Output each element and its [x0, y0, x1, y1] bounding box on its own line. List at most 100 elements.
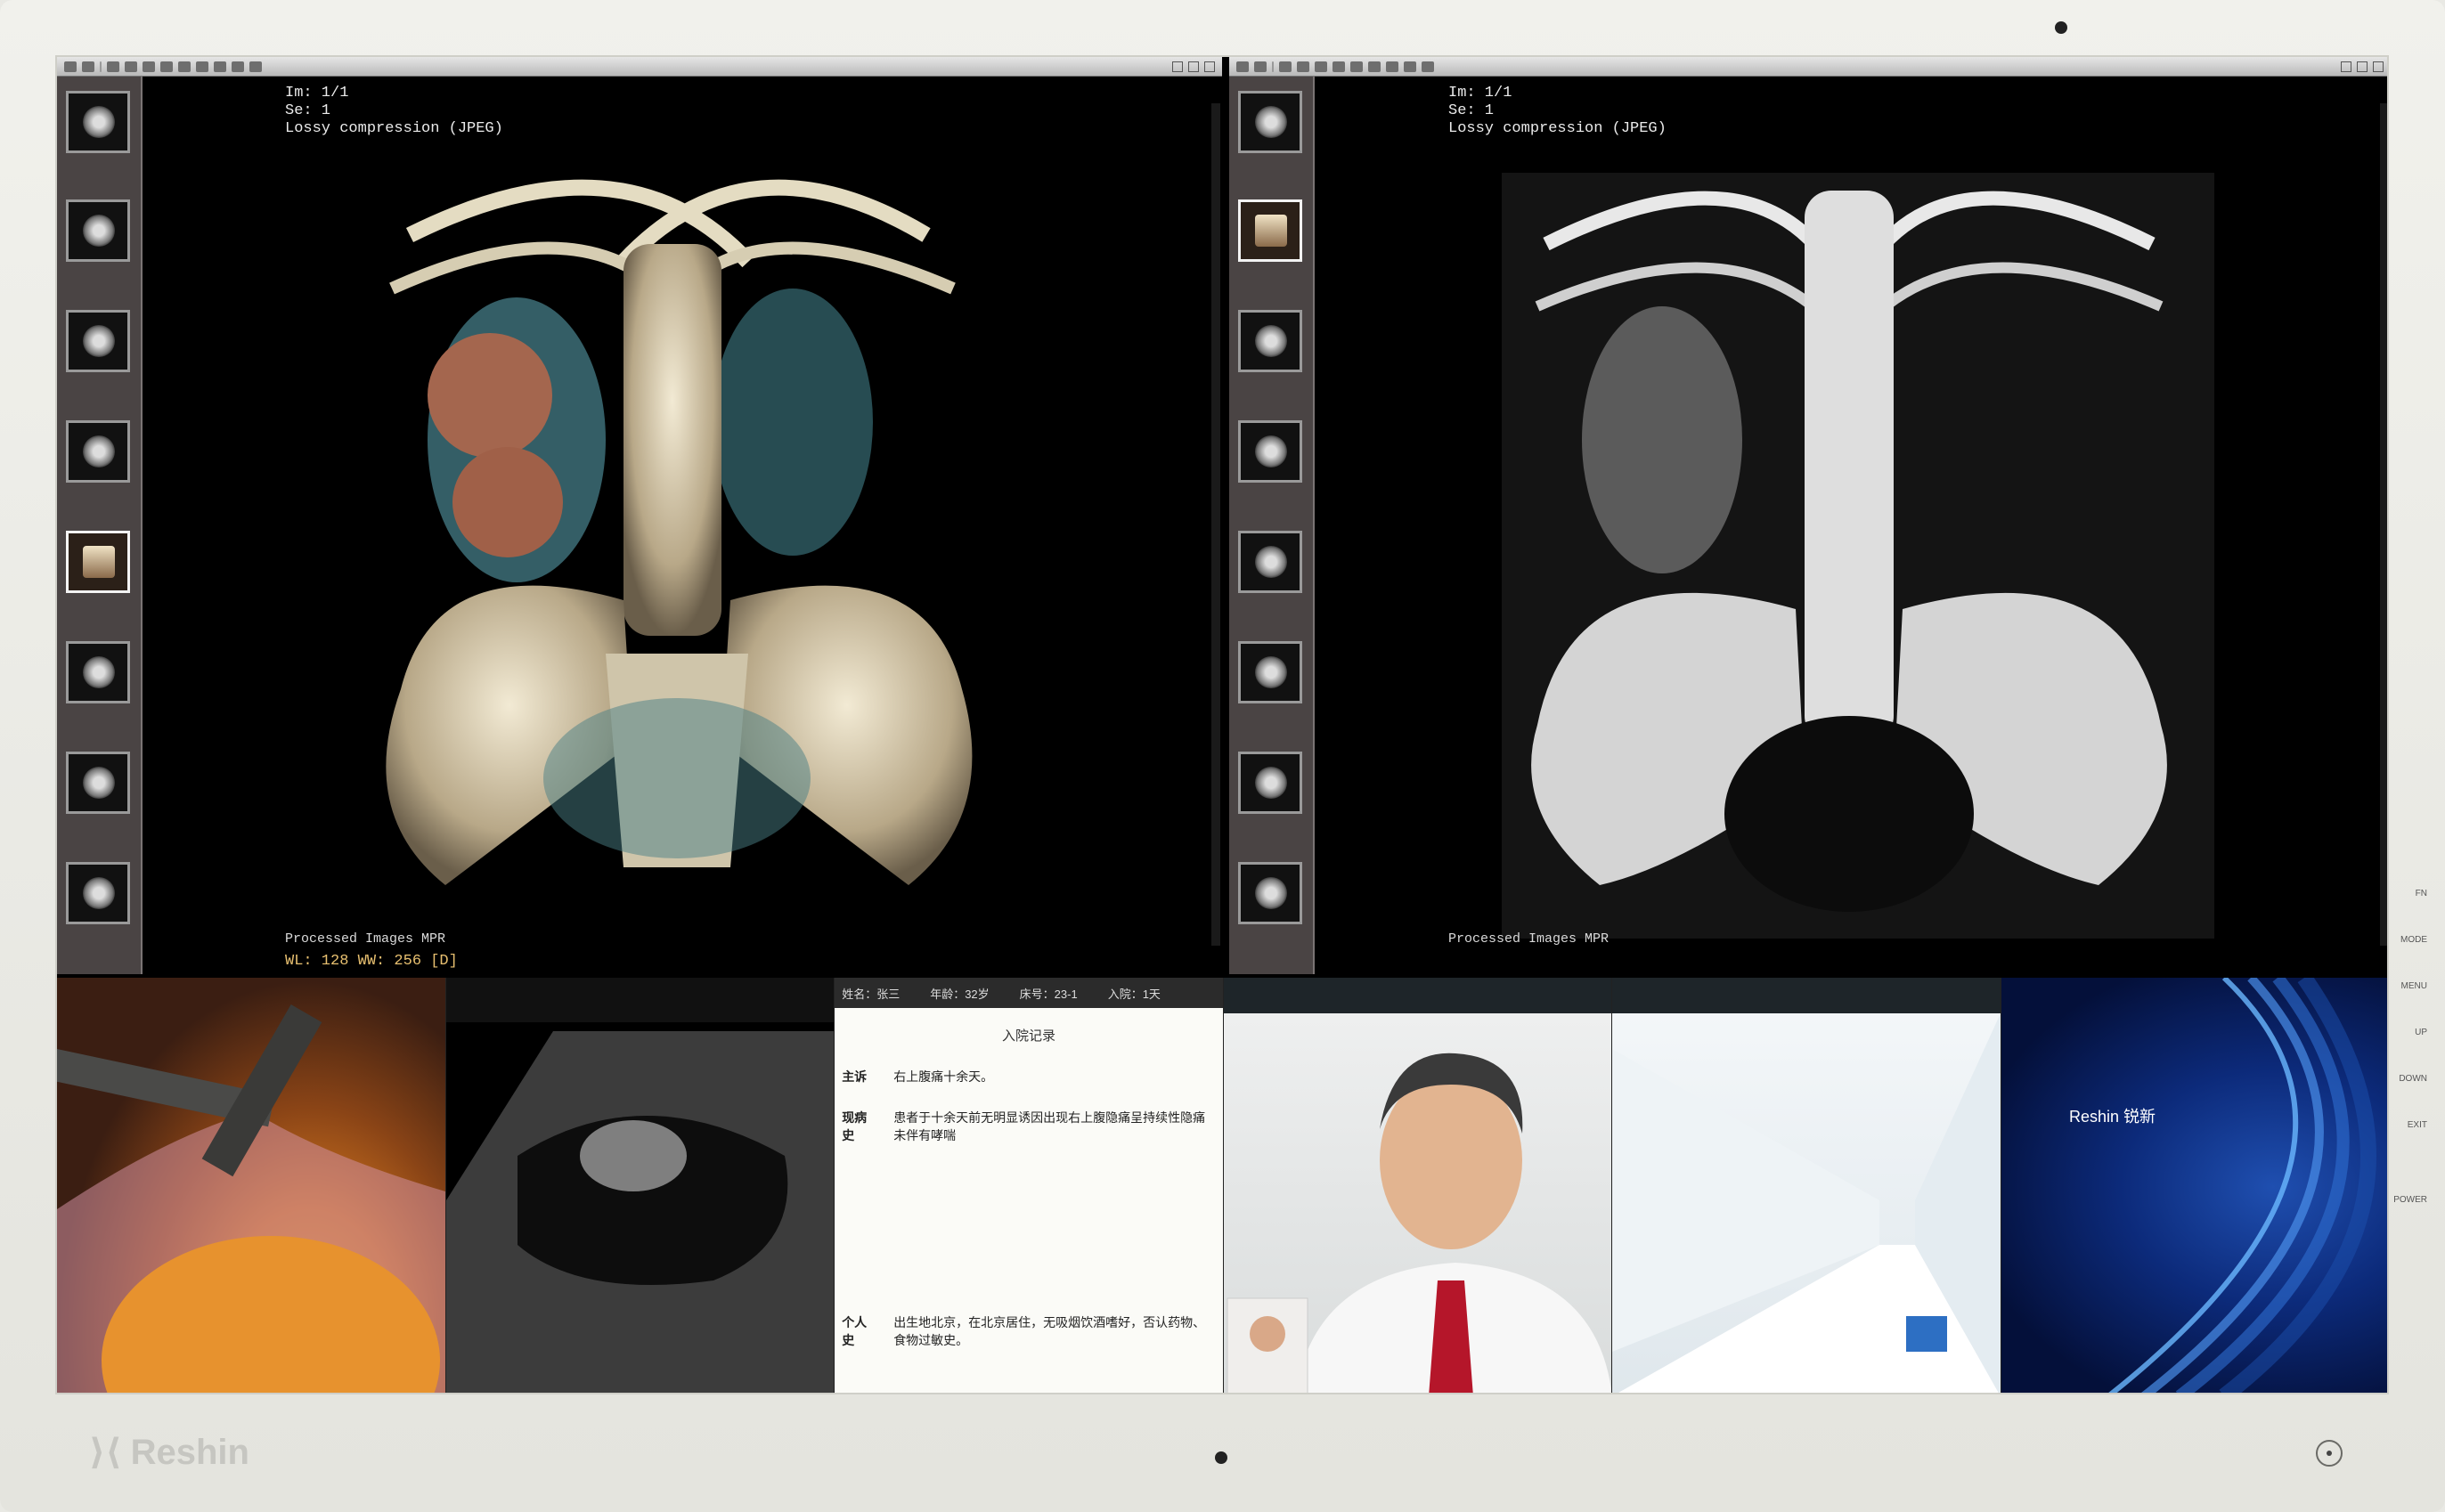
series-thumbnail[interactable] — [66, 420, 130, 483]
record-row-label: 现病史 — [842, 1110, 868, 1142]
minimize-icon[interactable] — [2341, 61, 2351, 72]
image-scrollbar[interactable] — [1211, 103, 1220, 946]
series-thumbnail[interactable] — [1238, 310, 1302, 372]
series-thumbnail[interactable] — [66, 641, 130, 703]
logo-mark-icon: ⟩⟨ — [89, 1433, 122, 1472]
record-row-label: 主诉 — [842, 1069, 868, 1084]
record-row-text: 出生地北京，在北京居住，无吸烟饮酒嗜好，否认药物、食物过敏史。 — [893, 1315, 1206, 1347]
overlay-compression: Lossy compression (JPEG) — [1448, 120, 1667, 137]
series-thumbnail-selected[interactable] — [66, 531, 130, 593]
patient-name: 姓名：张三 — [842, 987, 901, 1001]
series-thumbnail[interactable] — [66, 91, 130, 153]
open-tool-icon[interactable] — [64, 61, 77, 72]
multi-source-tile-row: 姓名：张三 年龄：32岁 床号：23-1 入院：1天 入院记录 主诉 右上腹痛十… — [57, 978, 2387, 1393]
osd-menu-button[interactable]: MENU — [2401, 981, 2427, 991]
measure-tool-icon[interactable] — [1368, 61, 1381, 72]
record-row-text: 右上腹痛十余天。 — [893, 1069, 994, 1084]
light-swirl-graphic — [2108, 978, 2376, 1393]
series-thumbnail[interactable] — [1238, 641, 1302, 703]
pan-tool-icon[interactable] — [160, 61, 173, 72]
text-tool-icon[interactable] — [125, 61, 137, 72]
reset-tool-icon[interactable] — [249, 61, 262, 72]
layout-tool-icon[interactable] — [107, 61, 119, 72]
overlay-image-index: Im: 1/1 — [285, 85, 349, 102]
series-thumbnail-strip — [1229, 77, 1315, 974]
viewer-toolbar — [1229, 57, 2387, 77]
record-row: 个人史 出生地北京，在北京居住，无吸烟饮酒嗜好，否认药物、食物过敏史。 — [835, 1313, 1223, 1349]
series-thumbnail[interactable] — [66, 862, 130, 924]
logo-text: Reshin — [130, 1432, 249, 1472]
series-thumbnail[interactable] — [1238, 420, 1302, 483]
window-level-tool-icon[interactable] — [1350, 61, 1363, 72]
series-thumbnail[interactable] — [66, 310, 130, 372]
overlay-footer-label: Processed Images MPR — [1448, 931, 1610, 947]
minimize-icon[interactable] — [1172, 61, 1183, 72]
flip-tool-icon[interactable] — [232, 61, 244, 72]
image-viewport[interactable]: Im: 1/1 Se: 1 Lossy compression (JPEG) P… — [151, 77, 1222, 970]
record-row: 主诉 右上腹痛十余天。 — [835, 1068, 1223, 1085]
flip-tool-icon[interactable] — [1404, 61, 1416, 72]
overlay-series-index: Se: 1 — [285, 102, 331, 119]
overlay-compression: Lossy compression (JPEG) — [285, 120, 503, 137]
measure-tool-icon[interactable] — [196, 61, 208, 72]
osd-fn-button[interactable]: FN — [2416, 889, 2427, 898]
osd-down-button[interactable]: DOWN — [2399, 1074, 2427, 1084]
series-thumbnail[interactable] — [1238, 531, 1302, 593]
zoom-tool-icon[interactable] — [1315, 61, 1327, 72]
toolbar-separator — [100, 61, 102, 72]
record-title: 入院记录 — [1001, 1028, 1055, 1044]
bed-number: 床号：23-1 — [1019, 987, 1078, 1001]
admission-days: 入院：1天 — [1107, 987, 1161, 1001]
video-call-tile[interactable] — [1223, 978, 1613, 1393]
laparoscopy-feed-tile[interactable] — [57, 978, 446, 1393]
record-row-label: 个人史 — [842, 1315, 868, 1347]
brand-logo: ⟩⟨ Reshin — [89, 1432, 249, 1473]
rotate-tool-icon[interactable] — [1386, 61, 1398, 72]
hospital-corridor-image — [1612, 978, 2001, 1393]
ultrasound-feed-tile[interactable] — [445, 978, 835, 1393]
text-tool-icon[interactable] — [1297, 61, 1309, 72]
toolbar-separator — [1272, 61, 1274, 72]
series-thumbnail[interactable] — [66, 199, 130, 262]
open-tool-icon[interactable] — [1236, 61, 1249, 72]
doctor-video-image — [1227, 1053, 1612, 1393]
ct-3d-render-image — [386, 179, 973, 885]
close-icon[interactable] — [2373, 61, 2384, 72]
layout-tool-icon[interactable] — [1279, 61, 1292, 72]
record-header: 姓名：张三 年龄：32岁 床号：23-1 入院：1天 — [835, 978, 1223, 1008]
camera-dot — [2055, 21, 2067, 34]
save-tool-icon[interactable] — [82, 61, 94, 72]
osd-exit-button[interactable]: EXIT — [2408, 1120, 2427, 1130]
power-button[interactable] — [2316, 1440, 2343, 1467]
record-row: 现病史 患者于十余天前无明显诱因出现右上腹隐痛呈持续性隐痛未伴有哮喘 — [835, 1109, 1223, 1144]
series-thumbnail-strip — [57, 77, 143, 974]
patient-age: 年龄：32岁 — [930, 987, 990, 1001]
series-thumbnail[interactable] — [1238, 862, 1302, 924]
laparoscopy-image — [57, 1004, 445, 1393]
image-scrollbar[interactable] — [2380, 103, 2387, 946]
series-thumbnail[interactable] — [66, 752, 130, 814]
dicom-viewer-right: Im: 1/1 Se: 1 Lossy compression (JPEG) P… — [1229, 57, 2387, 974]
series-thumbnail-selected[interactable] — [1238, 199, 1302, 262]
pan-tool-icon[interactable] — [1333, 61, 1345, 72]
save-tool-icon[interactable] — [1254, 61, 1267, 72]
series-thumbnail[interactable] — [1238, 752, 1302, 814]
reset-tool-icon[interactable] — [1422, 61, 1434, 72]
ct-mip-image — [1502, 173, 2214, 939]
osd-mode-button[interactable]: MODE — [2400, 935, 2427, 945]
camera-feed-tile[interactable] — [1612, 978, 2001, 1393]
viewer-toolbar — [57, 57, 1222, 77]
maximize-icon[interactable] — [1188, 61, 1199, 72]
osd-up-button[interactable]: UP — [2415, 1028, 2427, 1037]
close-icon[interactable] — [1204, 61, 1215, 72]
brand-splash-tile: Reshin 锐新 — [2001, 978, 2387, 1393]
rotate-tool-icon[interactable] — [214, 61, 226, 72]
image-viewport[interactable]: Im: 1/1 Se: 1 Lossy compression (JPEG) P… — [1324, 77, 2387, 963]
maximize-icon[interactable] — [2357, 61, 2368, 72]
record-row-text: 患者于十余天前无明显诱因出现右上腹隐痛呈持续性隐痛未伴有哮喘 — [893, 1110, 1206, 1142]
window-level-readout: WL: 128 WW: 256 [D] — [285, 953, 458, 970]
zoom-tool-icon[interactable] — [143, 61, 155, 72]
series-thumbnail[interactable] — [1238, 91, 1302, 153]
window-level-tool-icon[interactable] — [178, 61, 191, 72]
medical-record-tile[interactable]: 姓名：张三 年龄：32岁 床号：23-1 入院：1天 入院记录 主诉 右上腹痛十… — [835, 978, 1224, 1393]
